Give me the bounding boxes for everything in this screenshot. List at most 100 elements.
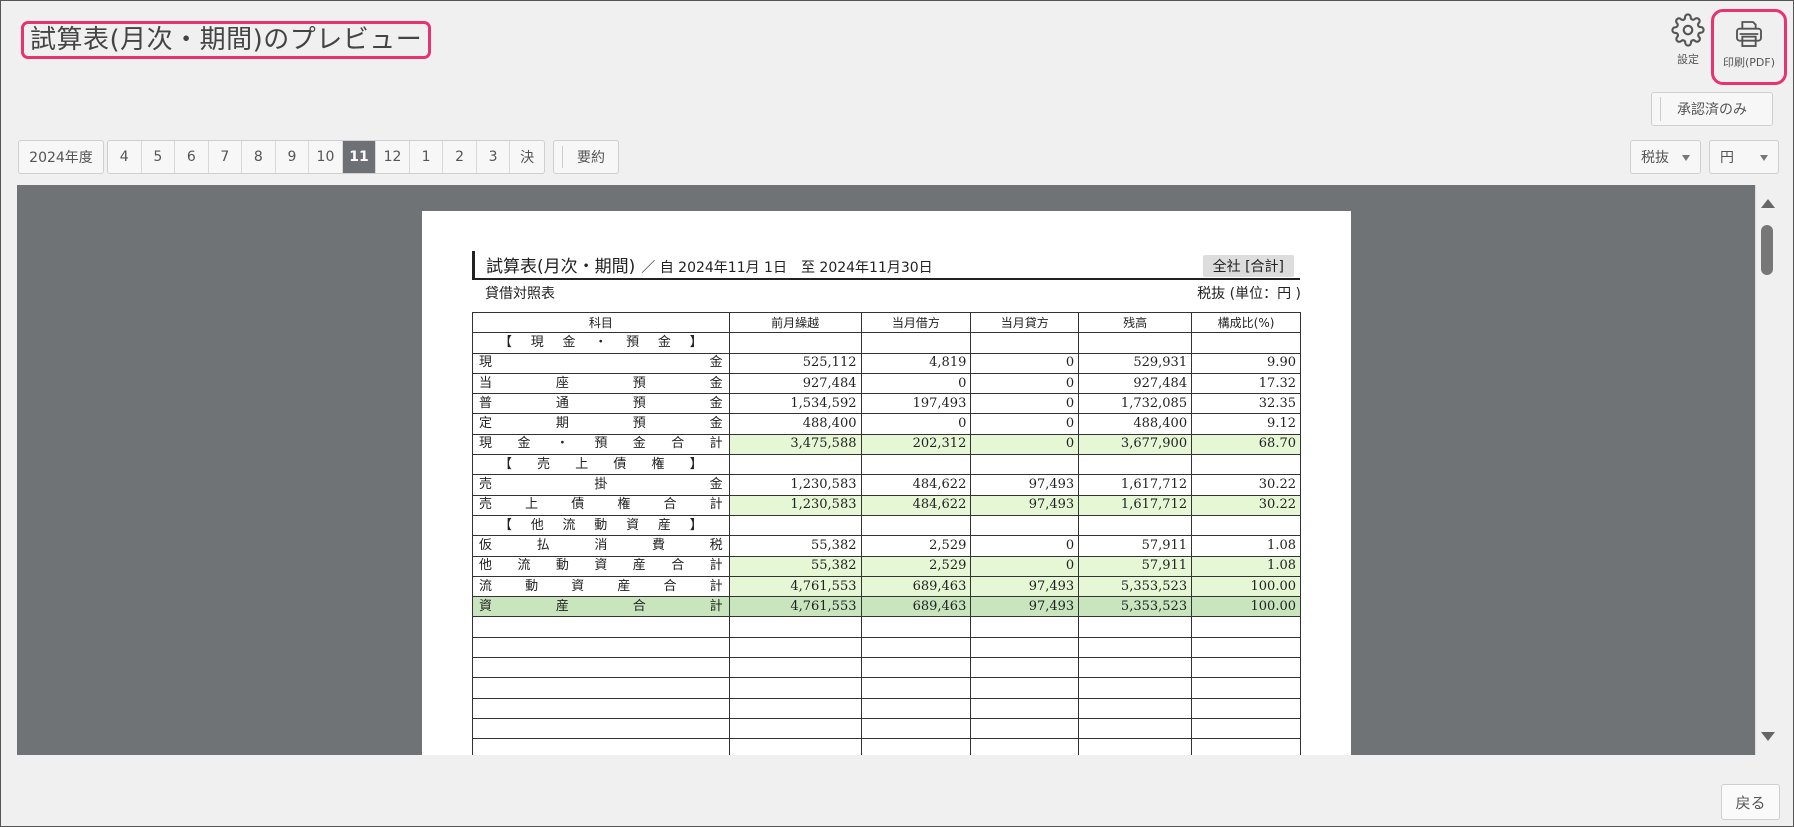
- table-row: 【 他 流 動 資 産 】: [472, 514, 1301, 537]
- table-row: 普 通 預 金 1,534,592 197,493 0 1,732,085 32.35: [472, 393, 1301, 415]
- value-cell: 488,400: [728, 413, 862, 435]
- account-char: 資: [594, 558, 608, 574]
- value-cell: 1,617,712: [1078, 494, 1193, 516]
- account-cell: 他流動資産合計: [472, 555, 730, 577]
- account-char: 【: [499, 456, 513, 472]
- account-char: 金: [517, 436, 531, 452]
- approved-only-toggle[interactable]: 承認済のみ: [1651, 92, 1773, 126]
- month-tab[interactable]: 9: [276, 141, 310, 173]
- empty-cell: [472, 657, 730, 679]
- empty-cell: [1191, 738, 1301, 755]
- value-cell: 927,484: [1078, 372, 1193, 395]
- scope-badge: 全社 [合計]: [1202, 255, 1294, 277]
- value-cell: 9.90: [1191, 352, 1301, 374]
- value-cell: 4,761,553: [728, 575, 862, 598]
- empty-cell: [1078, 697, 1193, 719]
- pdf-preview-viewer[interactable]: 試算表(月次・期間) ／ 自 2024年11月 1日 至 2024年11月30日 …: [17, 185, 1777, 755]
- month-tab[interactable]: 7: [209, 141, 243, 173]
- account-char: 金: [657, 334, 671, 350]
- value-cell: 30.22: [1191, 494, 1301, 516]
- account-char: 権: [617, 497, 631, 513]
- account-char: 掛: [594, 477, 608, 493]
- value-cell: 525,112: [728, 352, 862, 374]
- empty-cell: [970, 616, 1080, 638]
- empty-cell: [728, 717, 862, 740]
- summary-button[interactable]: 要約: [554, 141, 618, 173]
- month-tab[interactable]: 12: [376, 141, 410, 173]
- empty-cell: [1191, 657, 1301, 679]
- back-button[interactable]: 戻る: [1721, 784, 1780, 820]
- printer-icon: [1736, 21, 1762, 47]
- report-subtitle: 貸借対照表: [485, 286, 555, 302]
- summary-toggle[interactable]: 要約: [553, 140, 619, 174]
- month-tab[interactable]: 6: [175, 141, 209, 173]
- account-char: 上: [525, 497, 539, 513]
- value-cell: 4,761,553: [728, 596, 862, 618]
- account-char: 費: [651, 537, 665, 553]
- month-tab[interactable]: 5: [142, 141, 176, 173]
- account-char: 合: [663, 578, 677, 594]
- tax-mode-select[interactable]: 税抜: [1630, 140, 1701, 174]
- table-row: 現金 525,112 4,819 0 529,931 9.90: [472, 352, 1301, 374]
- scroll-down-arrow-icon[interactable]: [1761, 732, 1775, 741]
- empty-cell: [472, 636, 730, 659]
- account-cell: 現 金 ・ 預 金 合 計: [472, 433, 730, 456]
- month-tab[interactable]: 決: [510, 141, 544, 173]
- value-cell: 2,529: [860, 555, 972, 577]
- month-tab[interactable]: 10: [309, 141, 343, 173]
- empty-cell: [970, 677, 1080, 699]
- empty-row: [472, 657, 1301, 679]
- table-row: 定期預金 488,400 0 0 488,400 9.12: [472, 413, 1301, 435]
- fiscal-year-button[interactable]: 2024年度: [19, 141, 103, 173]
- account-char: 預: [626, 334, 640, 350]
- month-tab[interactable]: 4: [108, 141, 142, 173]
- empty-cell: [1191, 616, 1301, 638]
- account-char: 】: [689, 456, 703, 472]
- account-char: 仮: [479, 537, 493, 553]
- account-char: 合: [671, 436, 685, 452]
- fiscal-year-selector[interactable]: 2024年度: [18, 140, 104, 174]
- value-cell: 1.08: [1191, 535, 1301, 557]
- month-tab[interactable]: 8: [242, 141, 276, 173]
- account-char: 期: [555, 416, 569, 432]
- month-tab[interactable]: 2: [443, 141, 477, 173]
- value-cell: [1078, 454, 1193, 476]
- empty-cell: [860, 657, 972, 679]
- empty-cell: [860, 738, 972, 755]
- currency-unit-select[interactable]: 円: [1709, 140, 1779, 174]
- empty-cell: [472, 738, 730, 755]
- account-char: 金: [709, 477, 723, 493]
- scroll-thumb[interactable]: [1761, 225, 1773, 275]
- empty-cell: [860, 636, 972, 659]
- account-char: 金: [709, 375, 723, 391]
- account-cell: 流動資産合計: [472, 575, 730, 598]
- print-pdf-button[interactable]: 印刷(PDF): [1711, 9, 1787, 85]
- month-tab[interactable]: 11: [342, 141, 377, 173]
- value-cell: [1078, 514, 1193, 537]
- report-title: 試算表(月次・期間): [486, 257, 636, 277]
- month-tab[interactable]: 1: [410, 141, 444, 173]
- account-char: 定: [479, 416, 493, 432]
- empty-cell: [1191, 677, 1301, 699]
- empty-cell: [970, 717, 1080, 740]
- account-char: 計: [709, 598, 723, 614]
- month-tab[interactable]: 3: [477, 141, 511, 173]
- column-header: 残高: [1078, 311, 1193, 334]
- value-cell: 0: [970, 433, 1080, 456]
- account-char: 産: [617, 578, 631, 594]
- value-cell: [1078, 332, 1193, 354]
- scroll-up-arrow-icon[interactable]: [1761, 199, 1775, 208]
- value-cell: 97,493: [970, 494, 1080, 516]
- empty-row: [472, 616, 1301, 638]
- value-cell: 529,931: [1078, 352, 1193, 374]
- table-row: 他 流 動 資 産 合 計 55,382 2,529 0 57,911 1.08: [472, 555, 1301, 577]
- column-header: 当月借方: [860, 311, 972, 334]
- page-title: 試算表(月次・期間)のプレビュー: [21, 21, 432, 59]
- value-cell: 4,819: [860, 352, 972, 374]
- value-cell: [1191, 514, 1301, 537]
- value-cell: [1191, 332, 1301, 354]
- vertical-scrollbar[interactable]: [1755, 185, 1777, 755]
- empty-cell: [1078, 717, 1193, 740]
- account-char: 預: [632, 395, 646, 411]
- value-cell: 57,911: [1078, 535, 1193, 557]
